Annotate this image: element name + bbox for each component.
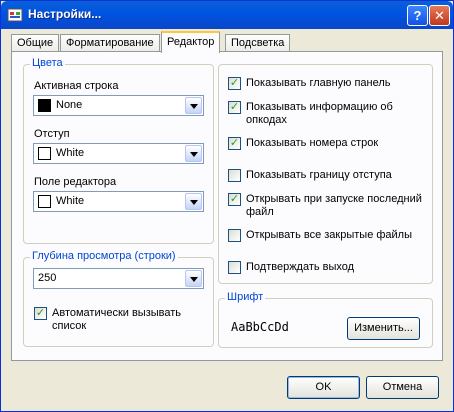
indent-swatch — [38, 147, 51, 160]
title-bar: Настройки... ? ✕ — [1, 1, 453, 29]
depth-group: Глубина просмотра (строки) 250 ✓ Автомат… — [23, 250, 214, 347]
editor-field-value: White — [56, 195, 85, 207]
tab-page-editor: Цвета Активная строка None Отступ White … — [11, 51, 443, 361]
option-indent-border[interactable]: Показывать границу отступа — [228, 169, 428, 183]
tab-general[interactable]: Общие — [11, 34, 60, 52]
editor-field-label: Поле редактора — [34, 176, 117, 188]
font-group: Шрифт AaBbCcDd Изменить... — [218, 291, 433, 348]
close-button[interactable]: ✕ — [429, 5, 450, 26]
ok-button[interactable]: OK — [287, 376, 360, 399]
autocall-checkbox-row[interactable]: ✓ Автоматически вызывать список — [34, 307, 204, 337]
app-icon — [7, 8, 23, 22]
option-indent-border-checkbox[interactable] — [228, 169, 241, 182]
options-group: ✓ Показывать главную панель ✓ Показывать… — [218, 64, 433, 284]
active-line-value: None — [56, 99, 83, 111]
option-confirm-exit[interactable]: Подтверждать выход — [228, 261, 428, 275]
tab-formatting[interactable]: Форматирование — [60, 34, 160, 52]
option-line-numbers-label: Показывать номера строк — [246, 137, 379, 149]
option-open-last-file-label: Открывать при запуске последний файл — [246, 193, 422, 218]
option-main-panel[interactable]: ✓ Показывать главную панель — [228, 77, 428, 91]
change-font-button[interactable]: Изменить... — [347, 317, 420, 340]
option-line-numbers-checkbox[interactable]: ✓ — [228, 137, 241, 150]
editor-field-swatch — [38, 195, 51, 208]
settings-dialog: Настройки... ? ✕ Общие Форматирование Ре… — [0, 0, 454, 412]
option-open-closed-files-checkbox[interactable] — [228, 229, 241, 242]
window-title: Настройки... — [28, 7, 102, 21]
chevron-down-icon[interactable] — [185, 97, 202, 114]
option-confirm-exit-checkbox[interactable] — [228, 261, 241, 274]
help-button[interactable]: ? — [407, 5, 428, 26]
option-opcode-info-checkbox[interactable]: ✓ — [228, 101, 241, 114]
option-open-closed-files-label: Открывать все закрытые файлы — [246, 229, 412, 241]
option-line-numbers[interactable]: ✓ Показывать номера строк — [228, 137, 428, 151]
depth-group-title: Глубина просмотра (строки) — [30, 250, 178, 262]
indent-label: Отступ — [34, 128, 70, 140]
option-confirm-exit-label: Подтверждать выход — [246, 261, 355, 273]
active-line-label: Активная строка — [34, 80, 119, 92]
cancel-button[interactable]: Отмена — [366, 376, 439, 399]
tab-editor[interactable]: Редактор — [161, 31, 221, 53]
editor-field-combo[interactable]: White — [33, 191, 204, 212]
option-opcode-info-label: Показывать информацию об опкодах — [246, 101, 393, 126]
chevron-down-icon[interactable] — [185, 145, 202, 162]
option-opcode-info[interactable]: ✓ Показывать информацию об опкодах — [228, 101, 428, 129]
depth-combo[interactable]: 250 — [33, 268, 204, 289]
indent-value: White — [56, 147, 85, 159]
option-main-panel-label: Показывать главную панель — [246, 77, 391, 89]
tab-highlighting[interactable]: Подсветка — [225, 34, 291, 52]
indent-combo[interactable]: White — [33, 143, 204, 164]
autocall-label: Автоматически вызывать список — [52, 307, 182, 332]
option-main-panel-checkbox[interactable]: ✓ — [228, 77, 241, 90]
chevron-down-icon[interactable] — [185, 193, 202, 210]
option-indent-border-label: Показывать границу отступа — [246, 169, 392, 181]
colors-group-title: Цвета — [30, 57, 65, 69]
option-open-last-file[interactable]: ✓ Открывать при запуске последний файл — [228, 193, 428, 221]
font-group-title: Шрифт — [225, 291, 266, 303]
option-open-last-file-checkbox[interactable]: ✓ — [228, 193, 241, 206]
colors-group: Цвета Активная строка None Отступ White … — [23, 57, 214, 244]
chevron-down-icon[interactable] — [185, 270, 202, 287]
option-open-closed-files[interactable]: Открывать все закрытые файлы — [228, 229, 428, 243]
active-line-combo[interactable]: None — [33, 95, 204, 116]
autocall-checkbox[interactable]: ✓ — [34, 307, 47, 320]
active-line-swatch — [38, 99, 51, 112]
font-sample-text: AaBbCcDd — [231, 320, 289, 334]
depth-value: 250 — [38, 272, 57, 284]
